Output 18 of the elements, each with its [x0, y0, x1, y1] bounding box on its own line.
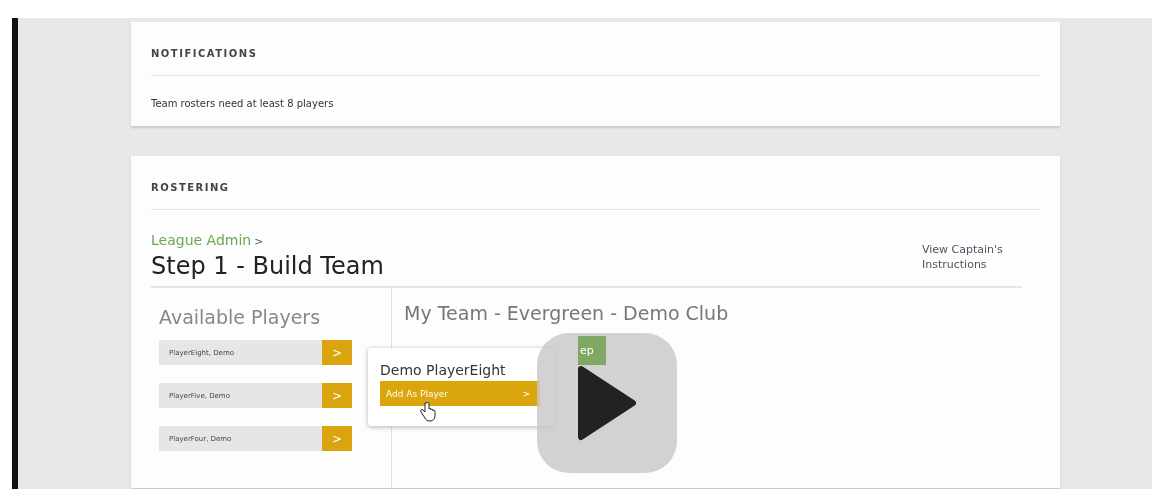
card-title: NOTIFICATIONS [151, 22, 1040, 76]
play-icon [577, 365, 637, 441]
add-player-button[interactable]: > [322, 340, 352, 365]
popover-player-name: Demo PlayerEight [380, 362, 507, 378]
breadcrumb-link[interactable]: League Admin [151, 232, 252, 248]
notification-message: Team rosters need at least 8 players [151, 97, 335, 111]
add-player-button[interactable]: > [322, 426, 352, 451]
section-title: My Team - Evergreen - Demo Club [404, 302, 730, 324]
hand-cursor-icon [420, 402, 436, 422]
add-as-player-button[interactable]: Add As Player > [380, 381, 540, 406]
section-title: Available Players [159, 306, 322, 328]
card-title: ROSTERING [151, 156, 1040, 210]
breadcrumb-separator: > [254, 235, 264, 248]
play-button[interactable] [537, 333, 677, 473]
step-button[interactable]: ep [578, 336, 606, 365]
add-player-button[interactable]: > [322, 383, 352, 408]
instructions-link[interactable]: View Captain's Instructions [922, 242, 1022, 272]
page-heading: Step 1 - Build Team [151, 251, 384, 282]
